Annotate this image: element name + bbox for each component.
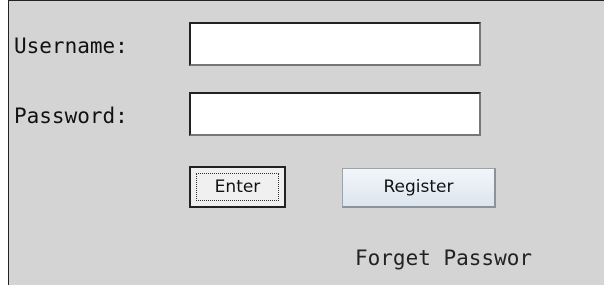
login-panel: Username: Password: Enter Register Forge… [8, 0, 604, 285]
password-input[interactable] [189, 92, 481, 136]
username-label: Username: [14, 34, 128, 58]
enter-button[interactable]: Enter [189, 166, 286, 208]
username-input[interactable] [189, 22, 481, 66]
password-label: Password: [14, 104, 128, 128]
forgot-password-link[interactable]: Forget Passwor [355, 245, 532, 271]
register-button[interactable]: Register [342, 168, 496, 208]
enter-button-label: Enter [214, 177, 261, 197]
